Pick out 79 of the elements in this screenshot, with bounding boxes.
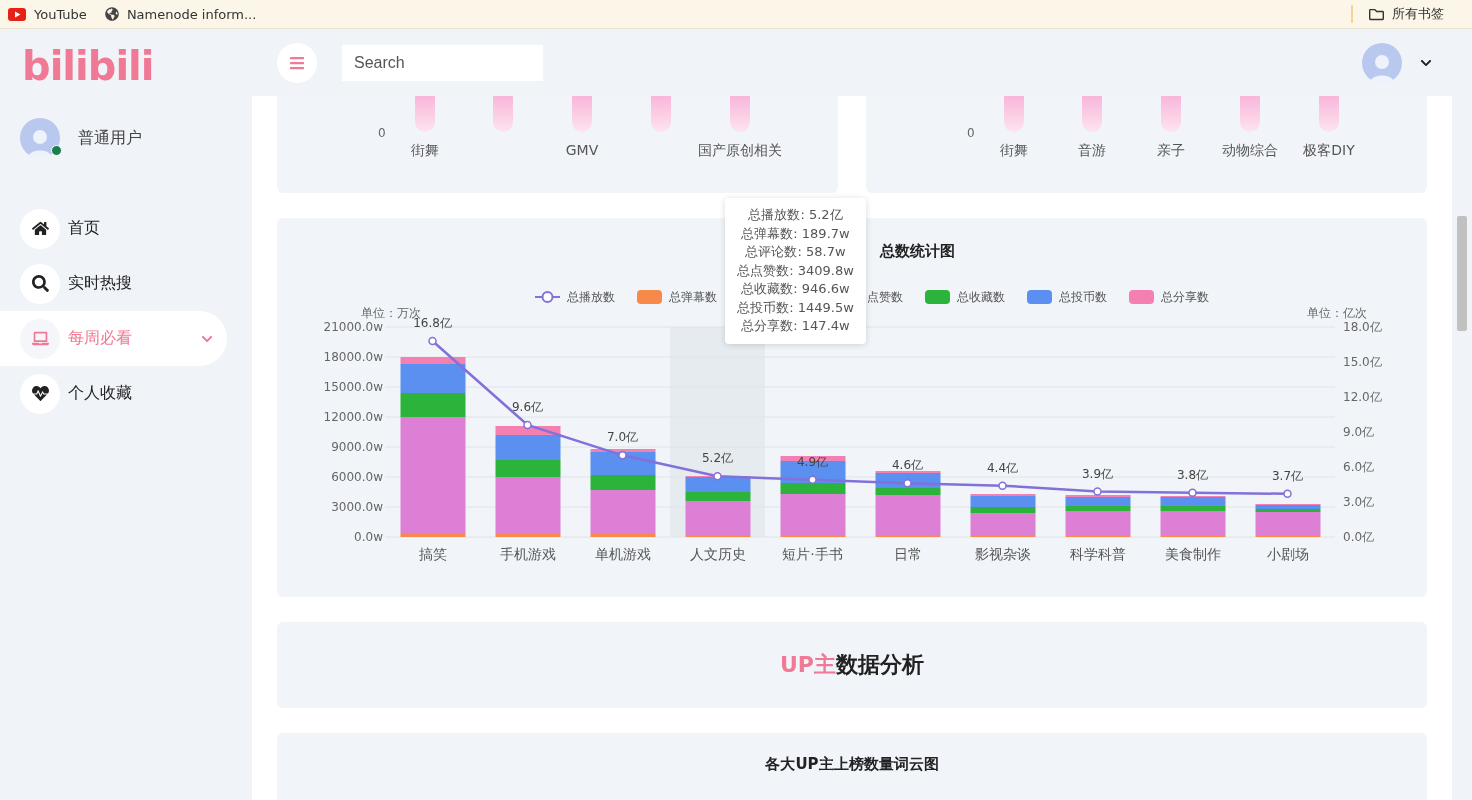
point [1283,489,1292,499]
bookmark-folder[interactable]: 所有书签 [1392,5,1444,23]
axis-label: 音游 [1078,142,1106,160]
axis-tick-label: 科学科普 [1069,546,1126,562]
point [1093,487,1102,496]
tooltip-line: 总弹幕数: 189.7w [741,224,850,243]
point [998,481,1007,490]
legend-label: 点赞数 [867,288,903,306]
legend-label: 总投币数 [1059,288,1107,306]
axis-tick-label: 6.0亿 [1343,460,1375,474]
axis-tick-label: 9.0亿 [1343,425,1375,439]
axis-tick-label: 18.0亿 [1343,320,1382,334]
axis-tick-label: 人文历史 [689,546,746,562]
axis-tick-label: 15.0亿 [1343,355,1382,369]
data-label: 3.9亿 [1081,466,1114,481]
axis-tick-label: 3.0亿 [1343,495,1375,509]
chart-title: 总数统计图 [879,242,955,262]
data-label: 4.6亿 [891,458,924,473]
tooltip-line: 总播放数: 5.2亿 [748,206,843,224]
axis-tick-label: 小剧场 [1266,546,1309,562]
point [618,451,627,460]
axis-tick-label: 0.0w [354,530,383,544]
data-label: 7.0亿 [606,430,639,445]
axis-label: 国产原创相关 [698,142,782,160]
legend-label: 总播放数 [567,288,615,306]
axis-label: 0 [967,126,975,140]
section-heading: UP主数据分析 [780,651,924,679]
axis-tick-label: 0.0亿 [1343,530,1375,544]
data-label: 3.8亿 [1176,467,1209,482]
axis-unit-label: 单位：亿次 [1307,306,1367,320]
axis-tick-label: 搞笑 [418,546,447,562]
axis-tick-label: 15000.0w [323,380,383,394]
axis-label: 亲子 [1157,142,1185,160]
axis-label: 0 [378,126,386,140]
point [903,479,912,488]
axis-tick-label: 21000.0w [323,320,383,334]
axis-tick-label: 影视杂谈 [974,546,1031,562]
search-field[interactable]: Search [342,44,543,81]
axis-tick-label: 美食制作 [1164,546,1221,562]
tooltip-line: 总分享数: 147.4w [741,317,850,335]
chart-title: 各大UP主上榜数量词云图 [765,755,939,775]
axis-label: 极客DIY [1303,142,1355,160]
data-label: 9.6亿 [511,400,544,414]
point [713,472,722,481]
tooltip-line: 总收藏数: 946.6w [741,280,850,298]
user-name: 普通用户 [78,127,142,149]
axis-tick-label: 12.0亿 [1343,390,1382,404]
tooltip-line: 总点赞数: 3409.8w [737,261,854,280]
axis-tick-label: 3000.0w [331,500,383,514]
axis-tick-label: 单机游戏 [594,546,651,562]
data-label: 5.2亿 [701,451,734,466]
point [523,420,532,430]
data-label: 3.7亿 [1271,468,1304,483]
axis-tick-label: 短片·手书 [782,546,843,562]
axis-tick-label: 12000.0w [323,410,383,424]
axis-unit-label: 单位：万次 [361,306,421,320]
tooltip-line: 总投币数: 1449.5w [737,298,854,317]
axis-label: 街舞 [1000,142,1028,160]
point [808,475,817,485]
axis-tick-label: 9000.0w [331,440,383,454]
axis-tick-label: 日常 [893,546,922,562]
bookmark-link[interactable]: YouTube [8,6,87,22]
sidebar-nav-item[interactable]: 实时热搜 [0,256,227,311]
axis-tick-label: 18000.0w [323,350,383,364]
bookmark-link[interactable]: Namenode inform... [104,6,257,22]
point [428,336,437,346]
axis-label: 动物综合 [1222,142,1278,160]
legend-label: 总收藏数 [957,288,1005,306]
axis-tick-label: 6000.0w [331,470,383,484]
legend-label: 总分享数 [1161,288,1209,306]
sidebar-nav-item[interactable]: 首页 [0,201,227,256]
axis-tick-label: 手机游戏 [499,546,556,562]
point [1188,488,1197,497]
tooltip-line: 总评论数: 58.7w [745,243,846,261]
data-label: 4.4亿 [986,460,1019,475]
axis-label: 街舞 [411,142,439,160]
legend-label: 总弹幕数 [669,288,717,306]
sidebar-nav-item[interactable]: 个人收藏 [0,366,227,421]
axis-label: GMV [565,142,599,158]
